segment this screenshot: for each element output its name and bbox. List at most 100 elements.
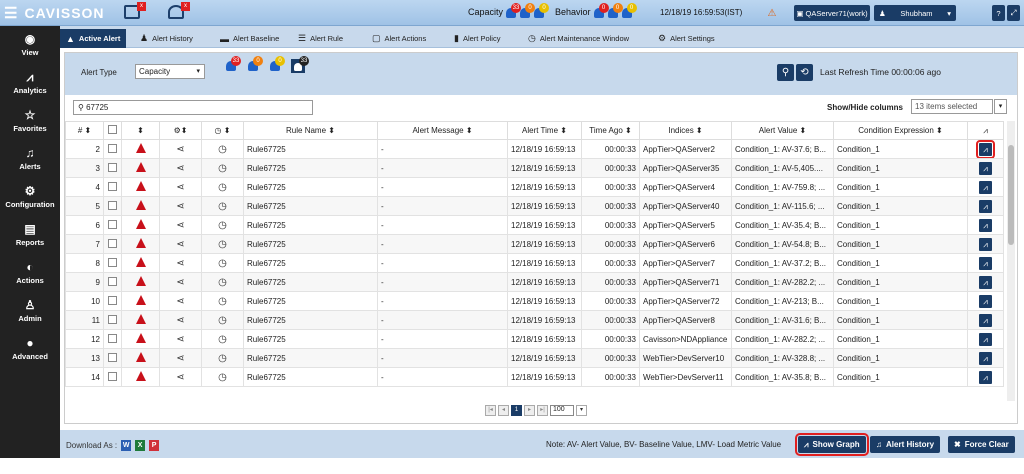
columns-select[interactable]: 13 items selected bbox=[911, 99, 993, 114]
sidebar-item-actions[interactable]: ◐ Actions bbox=[0, 254, 60, 292]
tab-alert-history[interactable]: ♟ Alert History bbox=[140, 29, 193, 48]
last-page-button[interactable]: ▸| bbox=[537, 405, 548, 416]
row-checkbox[interactable] bbox=[108, 314, 117, 324]
column-header[interactable]: ⚙⬍ bbox=[159, 121, 202, 140]
graph-icon[interactable]: ⩘ bbox=[979, 275, 992, 289]
word-icon[interactable]: W bbox=[121, 440, 132, 451]
current-page[interactable]: 1 bbox=[511, 405, 522, 416]
column-header[interactable]: Alert Message ⬍ bbox=[377, 121, 508, 140]
pdf-icon[interactable]: P bbox=[149, 440, 160, 451]
share-icon[interactable]: ⋖ bbox=[176, 220, 184, 231]
graph-icon[interactable]: ⩘ bbox=[979, 199, 992, 213]
graph-icon[interactable]: ⩘ bbox=[979, 161, 992, 175]
column-header[interactable]: Alert Time ⬍ bbox=[507, 121, 582, 140]
excel-icon[interactable]: X bbox=[135, 440, 146, 451]
share-icon[interactable]: ⋖ bbox=[176, 258, 184, 269]
alert-history-button[interactable]: ♫ Alert History bbox=[870, 436, 941, 453]
column-header[interactable]: ⬍ bbox=[121, 121, 160, 140]
force-clear-button[interactable]: ✖ Force Clear bbox=[948, 436, 1015, 453]
chevron-down-icon[interactable]: ▾ bbox=[576, 405, 587, 416]
row-checkbox[interactable] bbox=[108, 371, 117, 381]
share-icon[interactable]: ⋖ bbox=[176, 277, 184, 288]
table-row[interactable]: 6 ⋖ ◷ Rule67725-12/18/19 16:59:13 00:00:33 Ap… bbox=[65, 215, 1004, 235]
row-checkbox[interactable] bbox=[108, 333, 117, 343]
sidebar-item-alerts[interactable]: ♫ Alerts bbox=[0, 140, 60, 178]
table-row[interactable]: 14 ⋖ ◷ Rule67725-12/18/19 16:59:13 00:00:33 W… bbox=[65, 367, 1004, 387]
row-checkbox[interactable] bbox=[108, 276, 117, 286]
chevron-down-icon[interactable]: ▾ bbox=[994, 99, 1007, 114]
share-icon[interactable]: ⋖ bbox=[176, 239, 184, 250]
table-row[interactable]: 8 ⋖ ◷ Rule67725-12/18/19 16:59:13 00:00:33 Ap… bbox=[65, 253, 1004, 273]
major-bell-icon[interactable]: 0 bbox=[247, 56, 263, 71]
vertical-scrollbar[interactable] bbox=[1007, 121, 1015, 401]
table-row[interactable]: 5 ⋖ ◷ Rule67725-12/18/19 16:59:13 00:00:33 Ap… bbox=[65, 196, 1004, 216]
column-header[interactable] bbox=[103, 121, 122, 140]
table-row[interactable]: 4 ⋖ ◷ Rule67725-12/18/19 16:59:13 00:00:33 Ap… bbox=[65, 177, 1004, 197]
column-header[interactable]: Time Ago ⬍ bbox=[581, 121, 640, 140]
tab-alert-actions[interactable]: ▢ Alert Actions bbox=[372, 29, 426, 48]
row-checkbox[interactable] bbox=[108, 238, 117, 248]
monitor-icon[interactable]: x bbox=[124, 2, 146, 19]
share-icon[interactable]: ⋖ bbox=[176, 353, 184, 364]
row-checkbox[interactable] bbox=[108, 295, 117, 305]
sidebar-item-admin[interactable]: ♙ Admin bbox=[0, 292, 60, 330]
graph-icon[interactable]: ⩘ bbox=[979, 180, 992, 194]
table-row[interactable]: 11 ⋖ ◷ Rule67725-12/18/19 16:59:13 00:00:33 A… bbox=[65, 310, 1004, 330]
menu-icon[interactable]: ☰ bbox=[4, 4, 18, 22]
select-all-checkbox[interactable] bbox=[108, 125, 117, 134]
column-header[interactable]: Rule Name ⬍ bbox=[243, 121, 378, 140]
tab-alert-rule[interactable]: ☰ Alert Rule bbox=[298, 29, 343, 48]
first-page-button[interactable]: |◂ bbox=[485, 405, 496, 416]
row-checkbox[interactable] bbox=[108, 219, 117, 229]
next-page-button[interactable]: ▸ bbox=[524, 405, 535, 416]
share-icon[interactable]: ⋖ bbox=[176, 296, 184, 307]
table-row[interactable]: 10 ⋖ ◷ Rule67725-12/18/19 16:59:13 00:00:33 A… bbox=[65, 291, 1004, 311]
help-button[interactable]: ? bbox=[992, 5, 1005, 21]
search-icon[interactable]: ⚲ bbox=[777, 64, 794, 81]
sidebar-item-analytics[interactable]: ⩘ Analytics bbox=[0, 64, 60, 102]
column-header[interactable]: ⩘ bbox=[967, 121, 1004, 140]
table-row[interactable]: 2 ⋖ ◷ Rule67725-12/18/19 16:59:13 00:00:33 Ap… bbox=[65, 139, 1004, 159]
tab-alert-maintenance-window[interactable]: ◷ Alert Maintenance Window bbox=[528, 29, 629, 48]
share-icon[interactable]: ⋖ bbox=[176, 182, 184, 193]
table-row[interactable]: 13 ⋖ ◷ Rule67725-12/18/19 16:59:13 00:00:33 W… bbox=[65, 348, 1004, 368]
app-logo[interactable]: ☰ CAVISSON bbox=[4, 4, 105, 22]
critical-bell-icon[interactable]: 33 bbox=[225, 56, 241, 71]
table-row[interactable]: 12 ⋖ ◷ Rule67725-12/18/19 16:59:13 00:00:33 C… bbox=[65, 329, 1004, 349]
capacity-status[interactable]: Capacity 33 0 0 Behavior 0 0 0 bbox=[468, 3, 637, 18]
share-icon[interactable]: ⋖ bbox=[176, 372, 184, 383]
table-row[interactable]: 9 ⋖ ◷ Rule67725-12/18/19 16:59:13 00:00:33 Ap… bbox=[65, 272, 1004, 292]
sidebar-item-configuration[interactable]: ⚙ Configuration bbox=[0, 178, 60, 216]
column-header[interactable]: # ⬍ bbox=[65, 121, 104, 140]
prev-page-button[interactable]: ◂ bbox=[498, 405, 509, 416]
minor-bell-icon[interactable]: 0 bbox=[269, 56, 285, 71]
graph-icon[interactable]: ⩘ bbox=[979, 218, 992, 232]
graph-icon[interactable]: ⩘ bbox=[979, 313, 992, 327]
user-menu[interactable]: ♟ Shubham ▾ bbox=[874, 5, 956, 21]
server-select[interactable]: ▣ QAServer71(work) bbox=[794, 5, 870, 21]
sidebar-item-view[interactable]: ◉ View bbox=[0, 26, 60, 64]
share-icon[interactable]: ⋖ bbox=[176, 144, 184, 155]
row-checkbox[interactable] bbox=[108, 162, 117, 172]
graph-icon[interactable]: ⩘ bbox=[979, 332, 992, 346]
alert-bell-icon[interactable]: x bbox=[168, 2, 190, 19]
column-header[interactable]: Alert Value ⬍ bbox=[731, 121, 834, 140]
table-search-input[interactable]: ⚲ 67725 bbox=[73, 100, 313, 115]
graph-icon[interactable]: ⩘ bbox=[979, 351, 992, 365]
show-graph-button[interactable]: ⩘ Show Graph bbox=[795, 433, 869, 456]
expand-icon[interactable]: ⤢ bbox=[1007, 5, 1020, 21]
table-row[interactable]: 7 ⋖ ◷ Rule67725-12/18/19 16:59:13 00:00:33 Ap… bbox=[65, 234, 1004, 254]
row-checkbox[interactable] bbox=[108, 181, 117, 191]
warning-icon[interactable]: ⚠ bbox=[764, 5, 780, 21]
all-bell-icon[interactable]: 33 bbox=[291, 56, 309, 73]
share-icon[interactable]: ⋖ bbox=[176, 315, 184, 326]
row-checkbox[interactable] bbox=[108, 200, 117, 210]
page-size-select[interactable]: 100 bbox=[550, 405, 574, 416]
graph-icon[interactable]: ⩘ bbox=[976, 140, 995, 158]
graph-icon[interactable]: ⩘ bbox=[979, 370, 992, 384]
graph-icon[interactable]: ⩘ bbox=[979, 237, 992, 251]
tab-alert-policy[interactable]: ▮ Alert Policy bbox=[454, 29, 500, 48]
tab-alert-baseline[interactable]: ▬ Alert Baseline bbox=[220, 29, 279, 48]
sidebar-item-advanced[interactable]: ● Advanced bbox=[0, 330, 60, 368]
column-header[interactable]: Indices ⬍ bbox=[639, 121, 732, 140]
